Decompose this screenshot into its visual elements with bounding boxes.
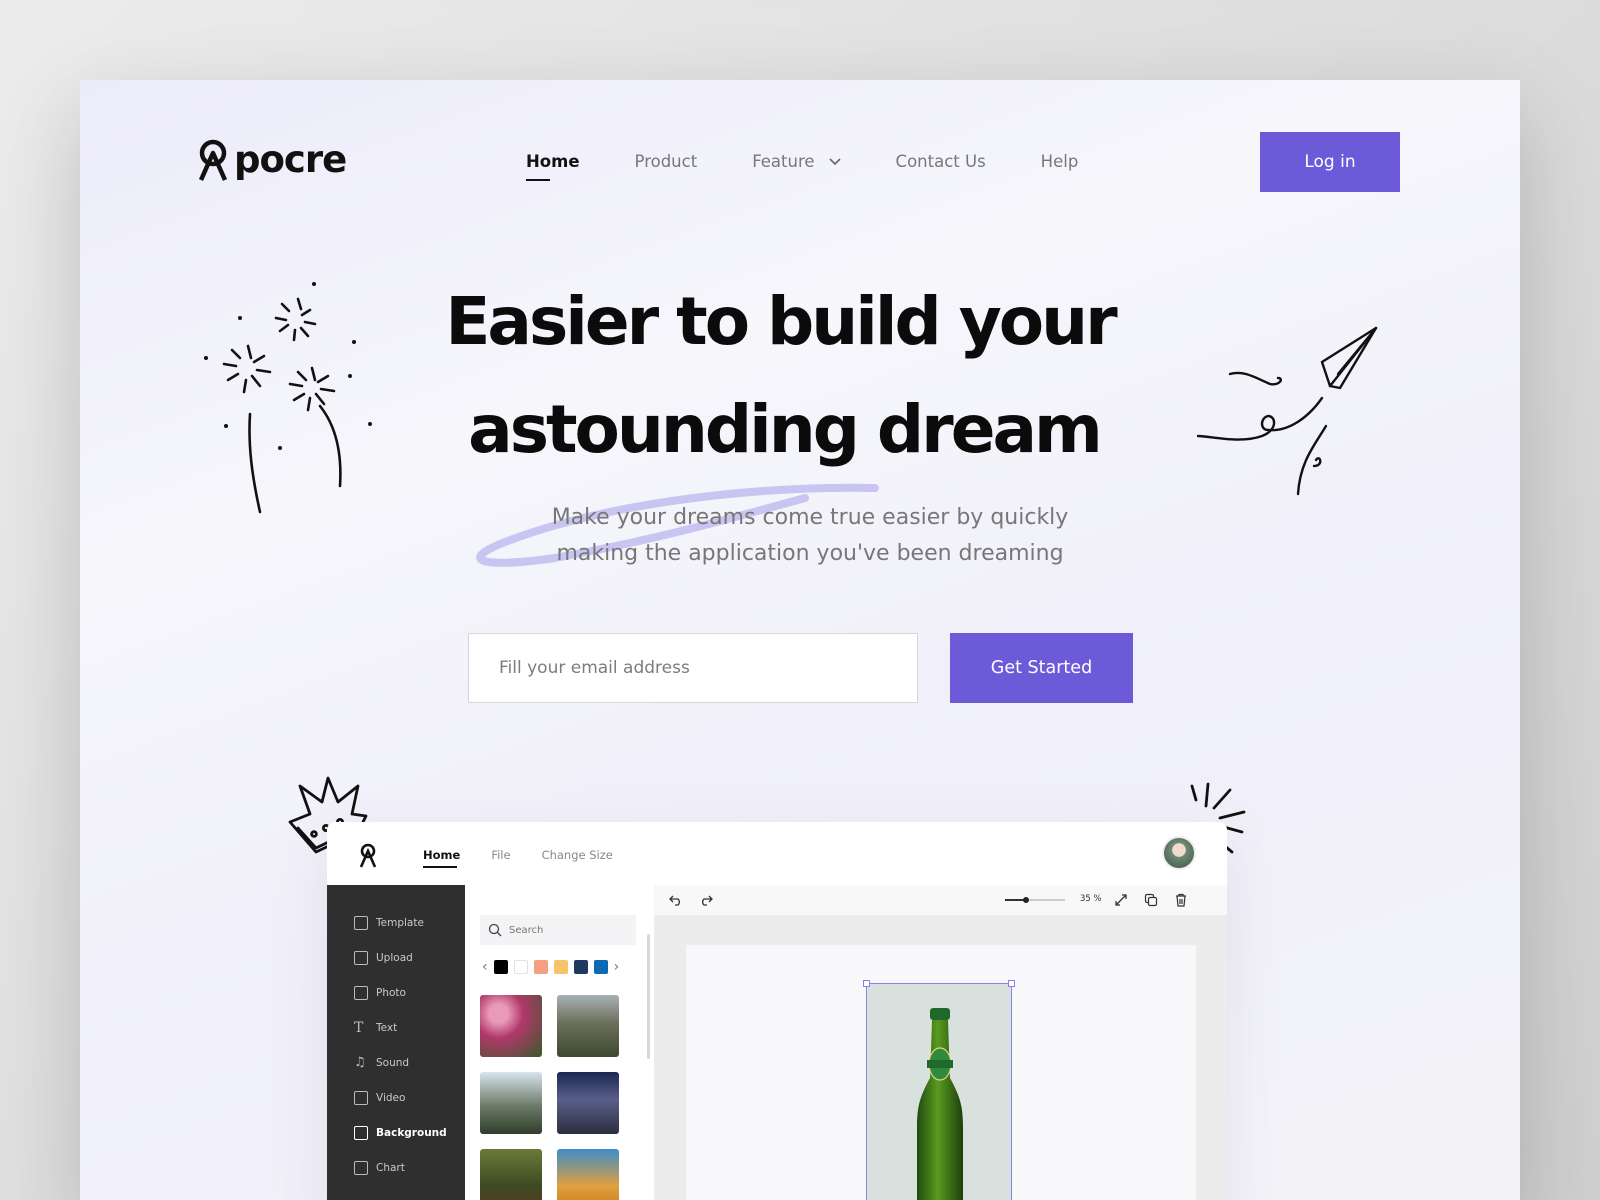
beer-bottle-image xyxy=(917,1008,963,1200)
sidebar-item-photo[interactable]: Photo xyxy=(327,975,465,1010)
landing-page: pocre Home Product Feature Contact Us He… xyxy=(80,80,1520,1200)
video-icon xyxy=(354,1090,368,1105)
sidebar-item-video[interactable]: Video xyxy=(327,1080,465,1115)
chevron-right-icon[interactable]: › xyxy=(614,959,620,975)
login-button[interactable]: Log in xyxy=(1260,132,1400,192)
panel-scrollbar[interactable] xyxy=(647,934,650,1059)
hero-title-line-2: astounding dream xyxy=(468,391,1103,468)
background-icon xyxy=(354,1125,368,1140)
app-tab-file[interactable]: File xyxy=(491,848,510,862)
hero-subtitle-line-1: Make your dreams come true easier by qui… xyxy=(551,505,1069,530)
sidebar-item-upload[interactable]: Upload xyxy=(327,940,465,975)
app-logo-icon[interactable] xyxy=(358,842,380,868)
app-tab-change-size[interactable]: Change Size xyxy=(542,848,613,862)
email-field[interactable] xyxy=(468,633,918,703)
sidebar-item-text[interactable]: T Text xyxy=(327,1010,465,1045)
zoom-slider-handle[interactable] xyxy=(1023,897,1029,903)
nav-item-help[interactable]: Help xyxy=(1041,152,1079,171)
chevron-left-icon[interactable]: ‹ xyxy=(482,959,488,975)
nav-item-contact-us[interactable]: Contact Us xyxy=(896,152,986,171)
app-mockup: Home File Change Size Template Upload Ph… xyxy=(327,822,1227,1200)
thumbnail-forest[interactable] xyxy=(480,1149,542,1200)
background-panel: ‹ › xyxy=(465,885,648,1200)
zoom-level: 35 % xyxy=(1080,894,1102,904)
resize-handle[interactable] xyxy=(863,980,870,987)
sidebar-item-template[interactable]: Template xyxy=(327,905,465,940)
app-tab-home[interactable]: Home xyxy=(423,848,460,868)
sidebar-item-sound[interactable]: ♫ Sound xyxy=(327,1045,465,1080)
zoom-slider[interactable] xyxy=(1005,897,1065,903)
color-swatches: ‹ › xyxy=(482,959,625,975)
thumbnail-flowers[interactable] xyxy=(480,995,542,1057)
avatar[interactable] xyxy=(1162,836,1196,870)
upload-icon xyxy=(354,950,368,965)
nav-item-product[interactable]: Product xyxy=(635,152,698,171)
search-icon xyxy=(488,923,502,937)
get-started-button[interactable]: Get Started xyxy=(950,633,1133,703)
swatch-navy[interactable] xyxy=(573,960,588,974)
main-nav: Home Product Feature Contact Us Help xyxy=(526,152,1133,181)
thumbnail-mountain-valley[interactable] xyxy=(557,995,619,1057)
text-icon: T xyxy=(354,1019,364,1036)
swatch-black[interactable] xyxy=(493,960,508,974)
hero-subtitle-line-2: making the application you've been dream… xyxy=(556,541,1064,566)
app-nav: Home File Change Size xyxy=(423,848,644,868)
search-input[interactable] xyxy=(509,924,619,936)
hero-title-line-1: Easier to build your xyxy=(445,283,1117,360)
nav-item-feature[interactable]: Feature xyxy=(752,152,841,171)
thumbnail-night-sky[interactable] xyxy=(557,1072,619,1134)
hero-subtitle: Make your dreams come true easier by qui… xyxy=(470,500,1150,572)
canvas-area: 35 % xyxy=(654,885,1227,1200)
sound-icon: ♫ xyxy=(354,1054,366,1070)
trash-icon[interactable] xyxy=(1174,893,1188,907)
panel-search xyxy=(480,915,636,945)
thumbnail-yellow-flowers[interactable] xyxy=(557,1149,619,1200)
nav-item-home[interactable]: Home xyxy=(526,152,580,181)
brand-name: pocre xyxy=(234,137,347,181)
artboard[interactable] xyxy=(686,945,1196,1200)
swatch-white[interactable] xyxy=(513,960,528,974)
sidebar-item-background[interactable]: Background xyxy=(327,1115,465,1150)
canvas-toolbar: 35 % xyxy=(654,885,1227,915)
chevron-down-icon xyxy=(828,157,841,165)
resize-handle[interactable] xyxy=(1008,980,1015,987)
photo-icon xyxy=(354,985,368,1000)
redo-icon[interactable] xyxy=(699,893,713,907)
swatch-salmon[interactable] xyxy=(533,960,548,974)
brand-logo[interactable]: pocre xyxy=(198,136,347,182)
logo-mark-icon xyxy=(198,139,228,181)
duplicate-icon[interactable] xyxy=(1144,893,1158,907)
app-sidebar: Template Upload Photo T Text ♫ Sound Video… xyxy=(327,885,465,1200)
swatch-blue[interactable] xyxy=(593,960,608,974)
thumbnail-mountain-peak[interactable] xyxy=(480,1072,542,1134)
template-icon xyxy=(354,915,368,930)
swatch-yellow[interactable] xyxy=(553,960,568,974)
sidebar-item-chart[interactable]: Chart xyxy=(327,1150,465,1185)
app-topbar: Home File Change Size xyxy=(327,822,1227,885)
expand-icon[interactable] xyxy=(1114,893,1128,907)
chart-icon xyxy=(354,1160,368,1175)
selected-image[interactable] xyxy=(863,980,1015,1200)
undo-icon[interactable] xyxy=(669,893,683,907)
